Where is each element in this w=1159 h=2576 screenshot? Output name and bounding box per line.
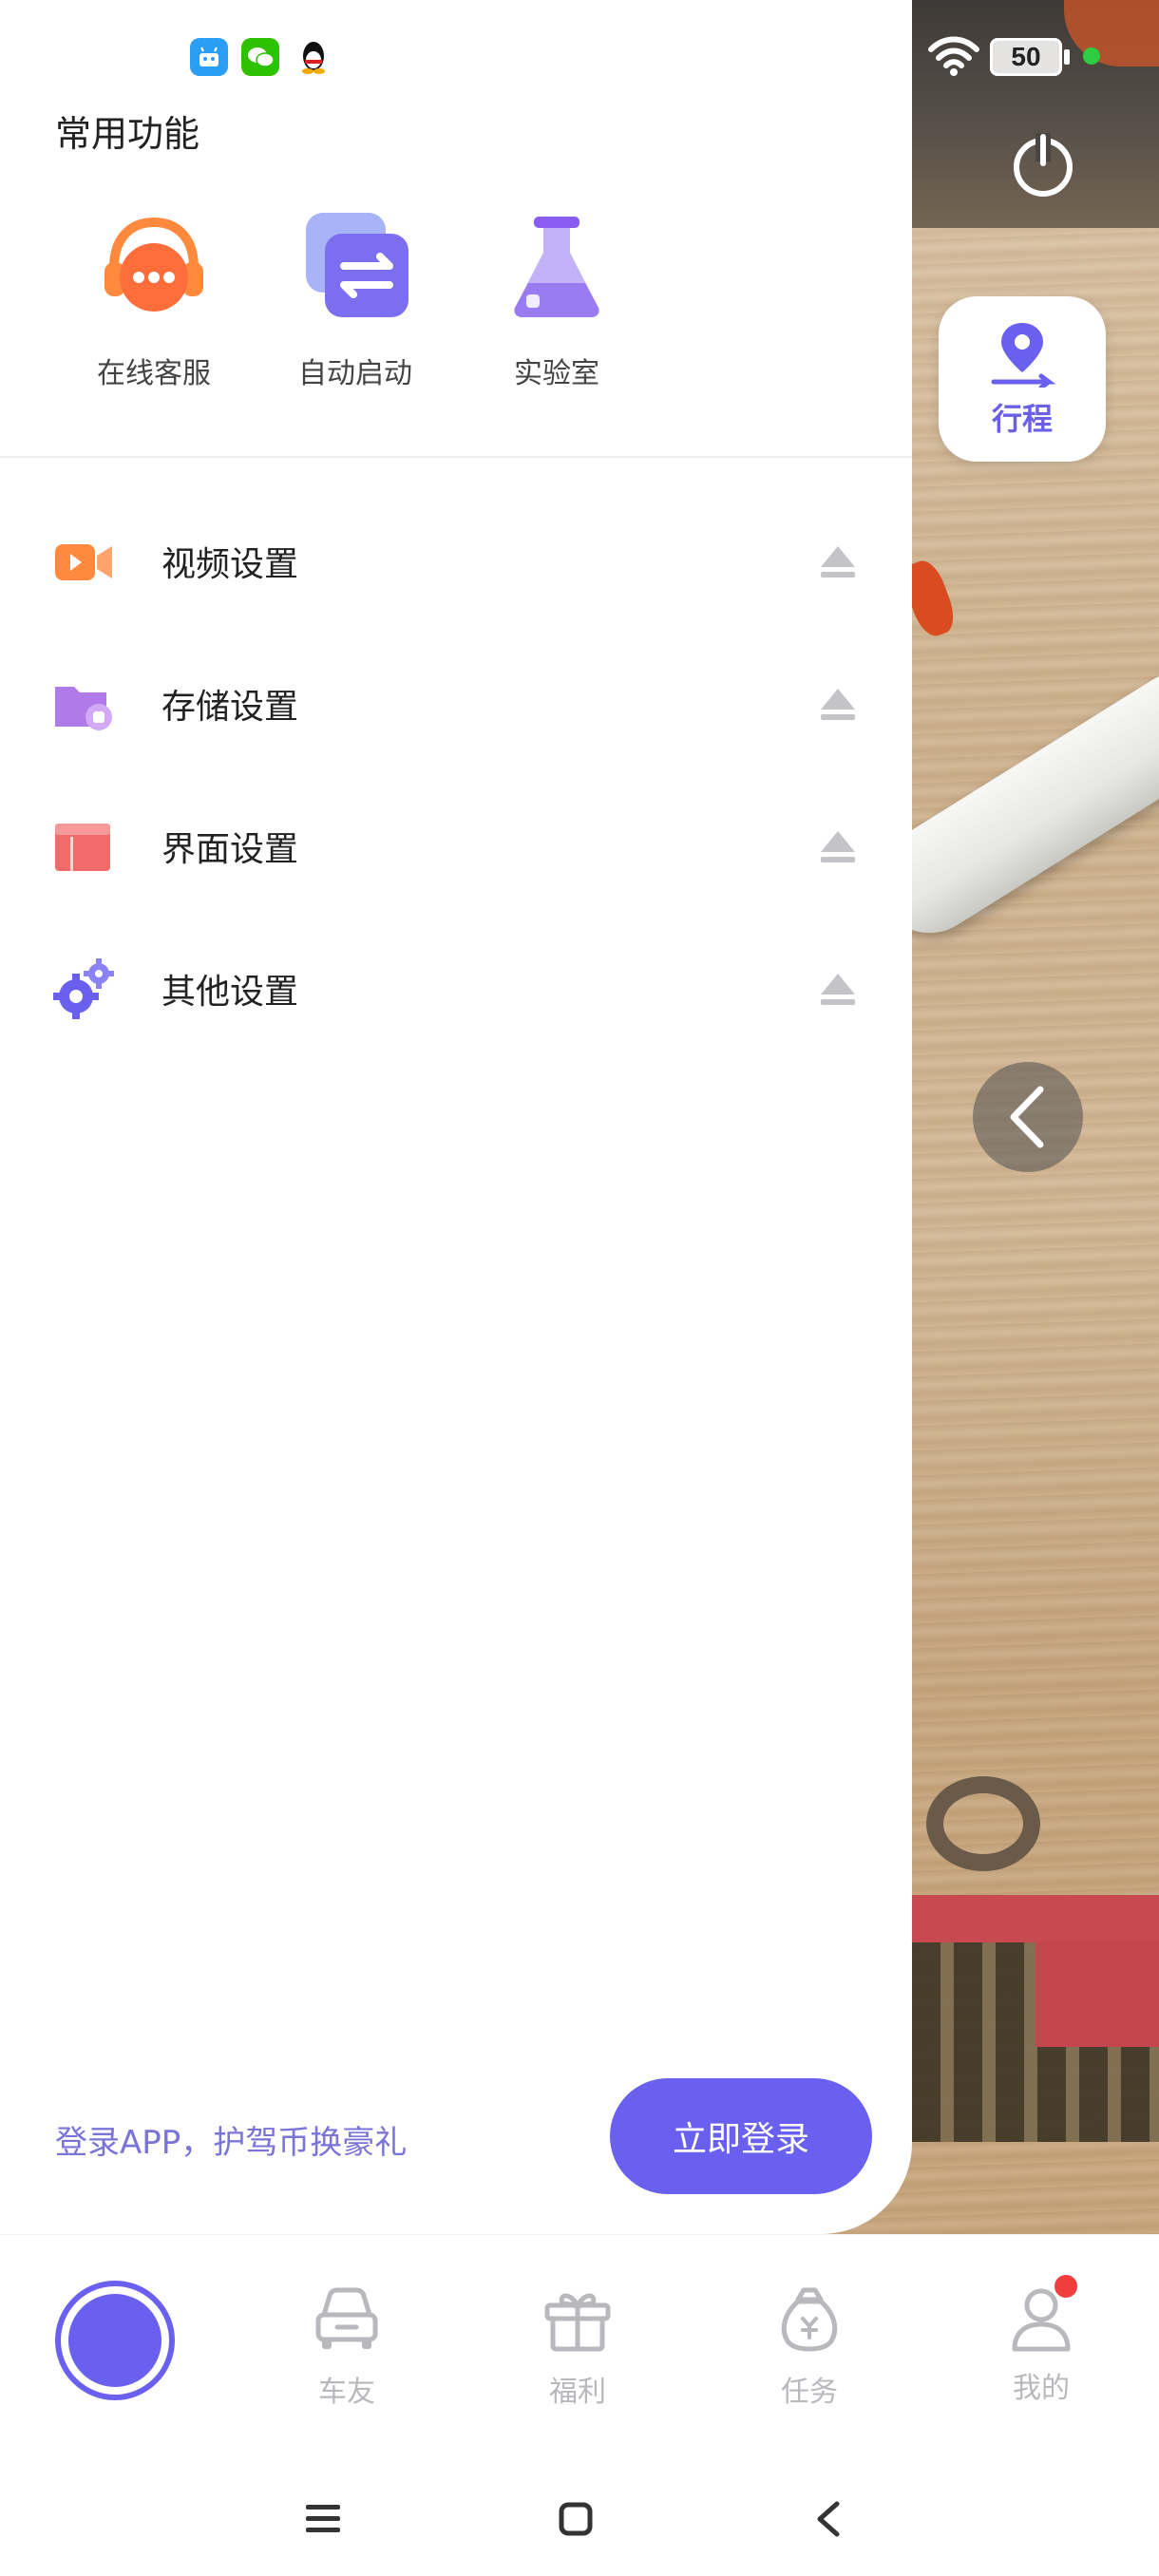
system-nav-bar [0,2453,1159,2576]
gears-icon [53,958,114,1019]
power-icon [1014,133,1073,197]
menu-item-label: 视频设置 [162,545,299,584]
gift-icon [544,2293,611,2352]
wechat-icon [241,38,279,76]
quick-action-label: 自动启动 [298,357,412,390]
menu-item-label: 其他设置 [162,973,299,1012]
menu-item-label: 存储设置 [162,688,299,727]
menu-item-other-settings[interactable]: 其他设置 [0,918,912,1060]
quick-action-online-service[interactable]: 在线客服 [59,209,249,391]
collapse-drawer-button[interactable] [973,1062,1083,1172]
layout-icon [55,824,110,871]
menu-item-label: 界面设置 [162,830,299,869]
back-arrow-icon [817,2501,840,2537]
nav-item-benefits[interactable]: 福利 [511,2282,644,2410]
location-pin-icon [991,323,1056,388]
eject-icon [821,546,855,578]
home-button[interactable] [538,2481,614,2557]
record-inner [68,2294,162,2387]
signal-icon [904,36,912,76]
nav-item-label: 任务 [781,2376,838,2409]
nav-item-label: 福利 [549,2376,606,2409]
home-square-icon [559,2502,593,2536]
nav-item-car-friends[interactable]: 车友 [280,2282,413,2410]
trip-label: 行程 [991,401,1053,437]
battery-icon: 50 [990,38,1062,76]
menu-icon [306,2505,340,2532]
menu-item-storage-settings[interactable]: 存储设置 [0,633,912,775]
trip-button[interactable]: 行程 [939,296,1106,462]
bottom-nav: 车友 福利 任务 我的 [0,2234,1159,2453]
quick-action-label: 在线客服 [97,357,211,390]
nav-item-mine[interactable]: 我的 [975,2275,1108,2406]
privacy-indicator-dot [1083,47,1100,65]
menu-item-interface-settings[interactable]: 界面设置 [0,775,912,918]
qq-icon [294,38,332,76]
side-drawer: 常用功能 在线客服 自动启动 实验室 视频设置 存储设置 界面设置 其他设置 登… [0,0,912,2234]
eject-icon [821,831,855,862]
divider [0,456,912,458]
car-icon [315,2287,378,2349]
power-button[interactable] [1007,129,1079,201]
storage-folder-icon [55,687,112,730]
chevron-left-icon [1010,1086,1044,1148]
camera-scene-detail [912,1895,1159,1942]
login-button[interactable]: 立即登录 [610,2078,872,2194]
android-app-icon [190,38,228,76]
swap-arrows-icon [306,213,408,317]
back-button[interactable] [790,2481,866,2557]
nav-item-label: 我的 [1013,2372,1070,2405]
eject-icon [821,689,855,720]
quick-action-lab[interactable]: 实验室 [462,209,652,391]
headset-chat-icon [104,217,203,312]
recents-button[interactable] [285,2481,361,2557]
battery-tip [1064,49,1070,65]
notification-badge [1054,2275,1077,2298]
record-button[interactable] [55,2281,175,2400]
nav-item-tasks[interactable]: 任务 [743,2282,876,2410]
wifi-icon [928,36,979,76]
camera-scene-detail [926,1776,1040,1871]
flask-icon [514,217,599,317]
menu-item-video-settings[interactable]: 视频设置 [0,490,912,633]
video-camera-icon [55,544,112,580]
camera-scene-detail [1036,1942,1159,2047]
money-bag-icon [781,2287,838,2352]
quick-action-auto-start[interactable]: 自动启动 [260,209,450,391]
login-promo-text: 登录APP，护驾币换豪礼 [55,2124,408,2162]
nav-item-label: 车友 [318,2376,375,2409]
eject-icon [821,974,855,1005]
quick-action-label: 实验室 [514,357,599,390]
status-bar: 50 [0,0,1159,114]
